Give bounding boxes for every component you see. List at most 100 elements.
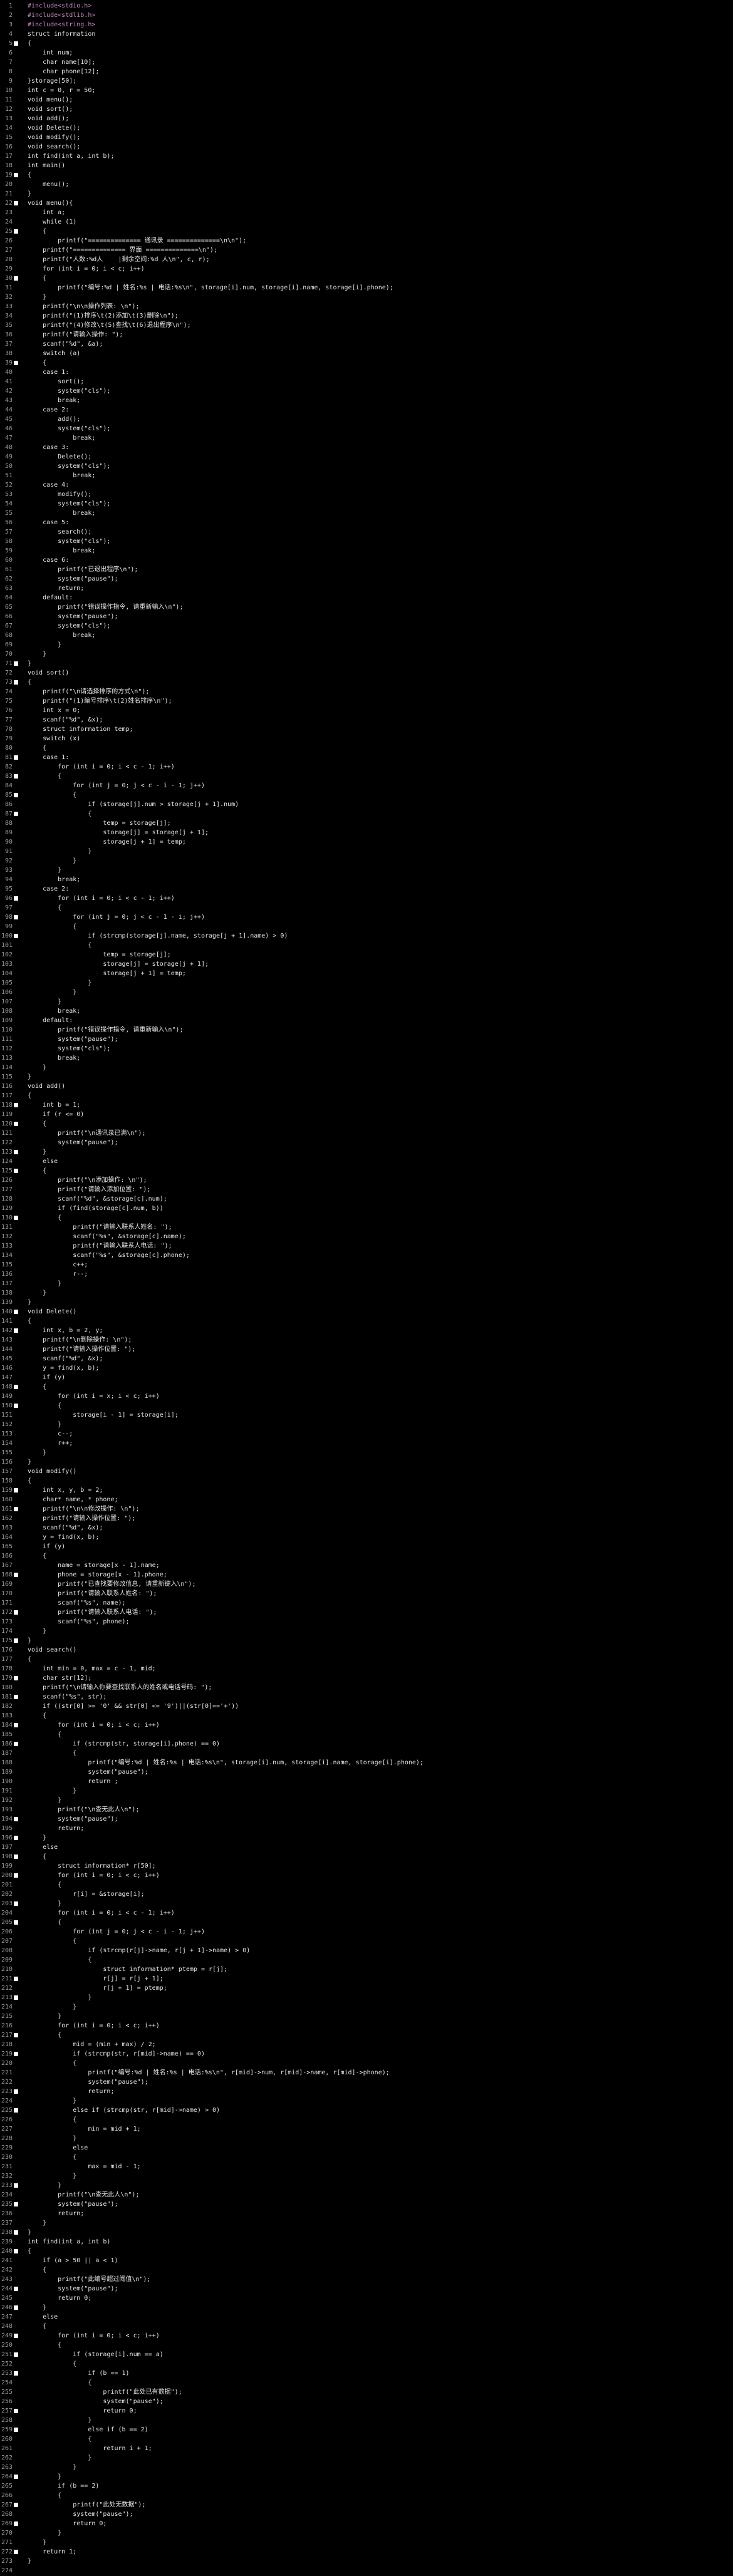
fold-marker-icon[interactable] xyxy=(14,2249,18,2253)
code-line[interactable]: 22 void menu(){ xyxy=(0,199,733,209)
code-line[interactable]: 161 printf("\n\n修改操作: \n"); xyxy=(0,1504,733,1514)
code-line[interactable]: 247 else xyxy=(0,2312,733,2322)
fold-marker-icon[interactable] xyxy=(14,1638,18,1643)
code-line[interactable]: 112 system("cls"); xyxy=(0,1044,733,1054)
code-line[interactable]: 261 return i + 1; xyxy=(0,2444,733,2454)
code-line[interactable]: 57 search(); xyxy=(0,527,733,537)
code-line[interactable]: 88 temp = storage[j]; xyxy=(0,819,733,829)
code-line[interactable]: 87 { xyxy=(0,809,733,819)
fold-marker-icon[interactable] xyxy=(14,1817,18,1821)
code-line[interactable]: 237 } xyxy=(0,2218,733,2228)
code-line[interactable]: 175} xyxy=(0,1636,733,1646)
code-line[interactable]: 253 if (b == 1) xyxy=(0,2369,733,2379)
code-line[interactable]: 153 c--; xyxy=(0,1429,733,1439)
code-line[interactable]: 60 case 6: xyxy=(0,556,733,566)
code-line[interactable]: 100 if (strcmp(storage[j].name, storage[… xyxy=(0,931,733,941)
code-line[interactable]: 139} xyxy=(0,1298,733,1308)
code-line[interactable]: 178 int min = 0, max = c - 1, mid; xyxy=(0,1664,733,1674)
code-line[interactable]: 184 for (int i = 0; i < c; i++) xyxy=(0,1720,733,1730)
code-line[interactable]: 127 printf("请输入添加位置: "); xyxy=(0,1185,733,1195)
code-line[interactable]: 206 for (int j = 0; j < c - i - 1; j++) xyxy=(0,1927,733,1937)
code-line[interactable]: 214 } xyxy=(0,2002,733,2012)
code-line[interactable]: 53 modify(); xyxy=(0,490,733,500)
code-line[interactable]: 117 { xyxy=(0,1091,733,1101)
fold-marker-icon[interactable] xyxy=(14,1507,18,1511)
fold-marker-icon[interactable] xyxy=(14,1995,18,2000)
fold-marker-icon[interactable] xyxy=(14,915,18,919)
code-line[interactable]: 162 printf("请输入操作位置: "); xyxy=(0,1514,733,1524)
code-line[interactable]: 9}storage[50]; xyxy=(0,76,733,86)
fold-marker-icon[interactable] xyxy=(14,1488,18,1492)
fold-marker-icon[interactable] xyxy=(14,661,18,666)
code-line[interactable]: 173 scanf("%s", phone); xyxy=(0,1617,733,1627)
code-line[interactable]: 46 system("cls"); xyxy=(0,424,733,434)
code-line[interactable]: 187 { xyxy=(0,1749,733,1759)
code-line[interactable]: 92 } xyxy=(0,856,733,866)
code-line[interactable]: 170 printf("请输入联系人姓名: "); xyxy=(0,1589,733,1599)
code-line[interactable]: 105 } xyxy=(0,978,733,988)
code-line[interactable]: 234 printf("\n查无此人\n"); xyxy=(0,2190,733,2200)
code-line[interactable]: 35 printf("(4)修改\t(5)查找\t(6)退出程序\n"); xyxy=(0,321,733,331)
code-line[interactable]: 171 scanf("%s", name); xyxy=(0,1598,733,1608)
code-line[interactable]: 236 return; xyxy=(0,2209,733,2219)
code-line[interactable]: 235 system("pause"); xyxy=(0,2200,733,2210)
fold-marker-icon[interactable] xyxy=(14,2183,18,2188)
code-line[interactable]: 195 return; xyxy=(0,1824,733,1834)
code-line[interactable]: 158 { xyxy=(0,1476,733,1486)
code-line[interactable]: 103 storage[j] = storage[j + 1]; xyxy=(0,960,733,970)
fold-marker-icon[interactable] xyxy=(14,1873,18,1878)
code-line[interactable]: 233 } xyxy=(0,2181,733,2191)
code-line[interactable]: 120 { xyxy=(0,1119,733,1129)
code-line[interactable]: 262 } xyxy=(0,2453,733,2463)
fold-marker-icon[interactable] xyxy=(14,812,18,816)
code-line[interactable]: 43 break; xyxy=(0,396,733,406)
fold-marker-icon[interactable] xyxy=(14,1216,18,1220)
code-line[interactable]: 138 } xyxy=(0,1288,733,1298)
fold-marker-icon[interactable] xyxy=(14,2503,18,2507)
code-line[interactable]: 267 printf("此处无数据"); xyxy=(0,2500,733,2510)
code-line[interactable]: 135 c++; xyxy=(0,1260,733,1270)
code-line[interactable]: 258 } xyxy=(0,2416,733,2426)
code-line[interactable]: 268 system("pause"); xyxy=(0,2510,733,2520)
code-line[interactable]: 252 { xyxy=(0,2359,733,2369)
code-line[interactable]: 81 case 1: xyxy=(0,753,733,763)
code-line[interactable]: 80 { xyxy=(0,743,733,753)
code-line[interactable]: 198 { xyxy=(0,1852,733,1862)
code-line[interactable]: 124 else xyxy=(0,1157,733,1167)
code-line[interactable]: 37 scanf("%d", &a); xyxy=(0,339,733,349)
code-line[interactable]: 64 default: xyxy=(0,593,733,603)
code-line[interactable]: 13 void add(); xyxy=(0,114,733,124)
code-line[interactable]: 52 case 4: xyxy=(0,480,733,490)
code-line[interactable]: 67 system("cls"); xyxy=(0,621,733,631)
fold-marker-icon[interactable] xyxy=(14,896,18,901)
code-line[interactable]: 30 { xyxy=(0,274,733,284)
fold-marker-icon[interactable] xyxy=(14,1169,18,1173)
code-line[interactable]: 11 void menu(); xyxy=(0,95,733,105)
code-line[interactable]: 154 r++; xyxy=(0,1439,733,1449)
code-line[interactable]: 125 { xyxy=(0,1166,733,1176)
code-line[interactable]: 102 temp = storage[j]; xyxy=(0,950,733,960)
fold-marker-icon[interactable] xyxy=(14,2052,18,2056)
code-line[interactable]: 220 { xyxy=(0,2059,733,2069)
code-line[interactable]: 130 { xyxy=(0,1213,733,1223)
code-line[interactable]: 218 mid = (min + max) / 2; xyxy=(0,2040,733,2050)
code-line[interactable]: 179 char str[12]; xyxy=(0,1673,733,1684)
code-line[interactable]: 16 void search(); xyxy=(0,142,733,152)
code-line[interactable]: 147 if (y) xyxy=(0,1373,733,1383)
fold-marker-icon[interactable] xyxy=(14,2230,18,2235)
code-line[interactable]: 190 return ; xyxy=(0,1777,733,1787)
code-line[interactable]: 230 { xyxy=(0,2153,733,2163)
code-line[interactable]: 141 { xyxy=(0,1316,733,1327)
code-line[interactable]: 255 printf("此处已有数据"); xyxy=(0,2387,733,2398)
code-line[interactable]: 123 } xyxy=(0,1147,733,1157)
code-line[interactable]: 107 } xyxy=(0,997,733,1007)
code-line[interactable]: 167 name = storage[x - 1].name; xyxy=(0,1561,733,1571)
code-line[interactable]: 239 int find(int a, int b) xyxy=(0,2237,733,2247)
code-line[interactable]: 231 max = mid - 1; xyxy=(0,2162,733,2172)
code-line[interactable]: 50 system("cls"); xyxy=(0,462,733,472)
code-line[interactable]: 111 system("pause"); xyxy=(0,1035,733,1045)
code-line[interactable]: 144 printf("请输入操作位置: "); xyxy=(0,1345,733,1355)
fold-marker-icon[interactable] xyxy=(14,2108,18,2113)
code-line[interactable]: 7 char name[10]; xyxy=(0,58,733,68)
code-line[interactable]: 42 system("cls"); xyxy=(0,386,733,396)
